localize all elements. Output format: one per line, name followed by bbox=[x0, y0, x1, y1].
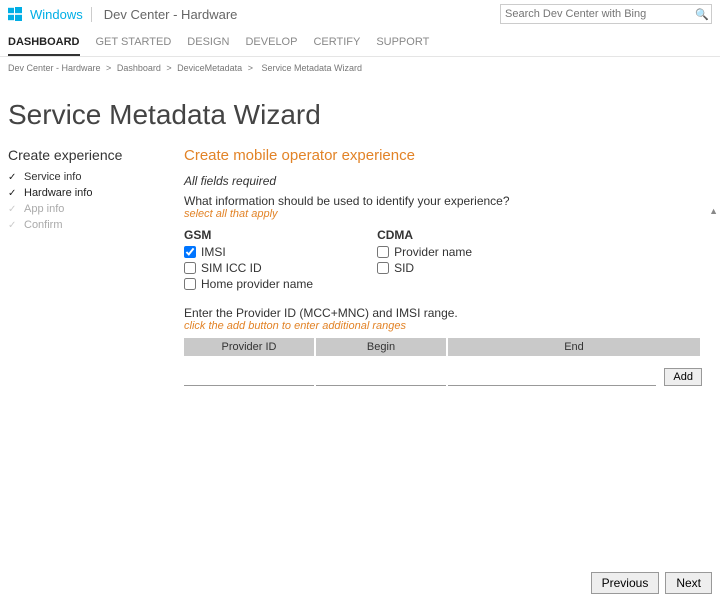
search-box[interactable]: 🔍 bbox=[500, 4, 712, 24]
gsm-heading: GSM bbox=[184, 228, 313, 242]
add-button[interactable]: Add bbox=[664, 368, 702, 386]
checkbox-imsi-input[interactable] bbox=[184, 246, 196, 258]
crumb-sep: > bbox=[106, 63, 111, 73]
form-panel: Create mobile operator experience All fi… bbox=[184, 147, 712, 386]
step-hardware-info[interactable]: ✓ Hardware info bbox=[8, 185, 148, 201]
step-label: Service info bbox=[24, 171, 81, 183]
col-end: End bbox=[448, 338, 700, 356]
step-app-info[interactable]: ✓ App info bbox=[8, 201, 148, 217]
step-confirm[interactable]: ✓ Confirm bbox=[8, 217, 148, 233]
checkbox-provider-name[interactable]: Provider name bbox=[377, 244, 472, 260]
cdma-column: CDMA Provider name SID bbox=[377, 228, 472, 292]
section-title: Create mobile operator experience bbox=[184, 147, 702, 164]
table-row: Add bbox=[184, 368, 702, 386]
crumb-dev-center[interactable]: Dev Center - Hardware bbox=[8, 63, 101, 73]
tab-develop[interactable]: DEVELOP bbox=[245, 30, 297, 56]
cdma-heading: CDMA bbox=[377, 228, 472, 242]
gsm-column: GSM IMSI SIM ICC ID Home provider name bbox=[184, 228, 313, 292]
required-note: All fields required bbox=[184, 174, 702, 188]
checkbox-label: Provider name bbox=[394, 245, 472, 259]
crumb-sep: > bbox=[248, 63, 253, 73]
crumb-dashboard[interactable]: Dashboard bbox=[117, 63, 161, 73]
previous-button[interactable]: Previous bbox=[591, 572, 660, 594]
col-begin: Begin bbox=[316, 338, 446, 356]
question-identify: What information should be used to ident… bbox=[184, 194, 702, 208]
page-title: Service Metadata Wizard bbox=[0, 79, 720, 135]
top-header: Windows Dev Center - Hardware 🔍 bbox=[0, 0, 720, 26]
checkbox-label: IMSI bbox=[201, 245, 226, 259]
checkbox-sid-input[interactable] bbox=[377, 262, 389, 274]
range-table: Provider ID Begin End Add bbox=[184, 338, 702, 386]
checkbox-home-provider-name-input[interactable] bbox=[184, 278, 196, 290]
checkbox-imsi[interactable]: IMSI bbox=[184, 244, 313, 260]
table-header: Provider ID Begin End bbox=[184, 338, 702, 356]
brand-link[interactable]: Windows bbox=[30, 7, 92, 22]
input-end[interactable] bbox=[448, 370, 656, 386]
checkbox-sim-icc-id[interactable]: SIM ICC ID bbox=[184, 260, 313, 276]
tab-get-started[interactable]: GET STARTED bbox=[96, 30, 172, 56]
crumb-devicemetadata[interactable]: DeviceMetadata bbox=[177, 63, 242, 73]
checkbox-label: SIM ICC ID bbox=[201, 261, 262, 275]
input-begin[interactable] bbox=[316, 370, 446, 386]
checkbox-label: Home provider name bbox=[201, 277, 313, 291]
step-label: App info bbox=[24, 203, 64, 215]
question-provider-id: Enter the Provider ID (MCC+MNC) and IMSI… bbox=[184, 306, 702, 320]
check-icon: ✓ bbox=[8, 188, 18, 199]
search-input[interactable] bbox=[501, 6, 693, 22]
tab-support[interactable]: SUPPORT bbox=[376, 30, 429, 56]
primary-nav: DASHBOARD GET STARTED DESIGN DEVELOP CER… bbox=[0, 26, 720, 56]
col-provider-id: Provider ID bbox=[184, 338, 314, 356]
input-provider-id[interactable] bbox=[184, 370, 314, 386]
checkbox-sim-icc-id-input[interactable] bbox=[184, 262, 196, 274]
tab-certify[interactable]: CERTIFY bbox=[313, 30, 360, 56]
crumb-current: Service Metadata Wizard bbox=[262, 63, 363, 73]
search-icon[interactable]: 🔍 bbox=[693, 8, 711, 21]
hint-select-all: select all that apply bbox=[184, 208, 702, 220]
tab-design[interactable]: DESIGN bbox=[187, 30, 229, 56]
windows-logo-icon bbox=[8, 7, 22, 21]
wizard-title: Create experience bbox=[8, 147, 148, 163]
hint-add-ranges: click the add button to enter additional… bbox=[184, 320, 702, 332]
wizard-footer: Previous Next bbox=[591, 572, 712, 594]
breadcrumb: Dev Center - Hardware > Dashboard > Devi… bbox=[0, 57, 720, 79]
step-label: Hardware info bbox=[24, 187, 92, 199]
checkbox-home-provider-name[interactable]: Home provider name bbox=[184, 276, 313, 292]
checkbox-sid[interactable]: SID bbox=[377, 260, 472, 276]
step-label: Confirm bbox=[24, 219, 63, 231]
tab-dashboard[interactable]: DASHBOARD bbox=[8, 30, 80, 56]
wizard-sidebar: Create experience ✓ Service info ✓ Hardw… bbox=[8, 147, 148, 386]
check-icon: ✓ bbox=[8, 220, 18, 231]
checkbox-provider-name-input[interactable] bbox=[377, 246, 389, 258]
check-icon: ✓ bbox=[8, 204, 18, 215]
scroll-up-icon[interactable]: ▲ bbox=[709, 206, 718, 216]
step-service-info[interactable]: ✓ Service info bbox=[8, 169, 148, 185]
subbrand-link[interactable]: Dev Center - Hardware bbox=[98, 7, 238, 22]
check-icon: ✓ bbox=[8, 172, 18, 183]
next-button[interactable]: Next bbox=[665, 572, 712, 594]
crumb-sep: > bbox=[166, 63, 171, 73]
checkbox-label: SID bbox=[394, 261, 414, 275]
